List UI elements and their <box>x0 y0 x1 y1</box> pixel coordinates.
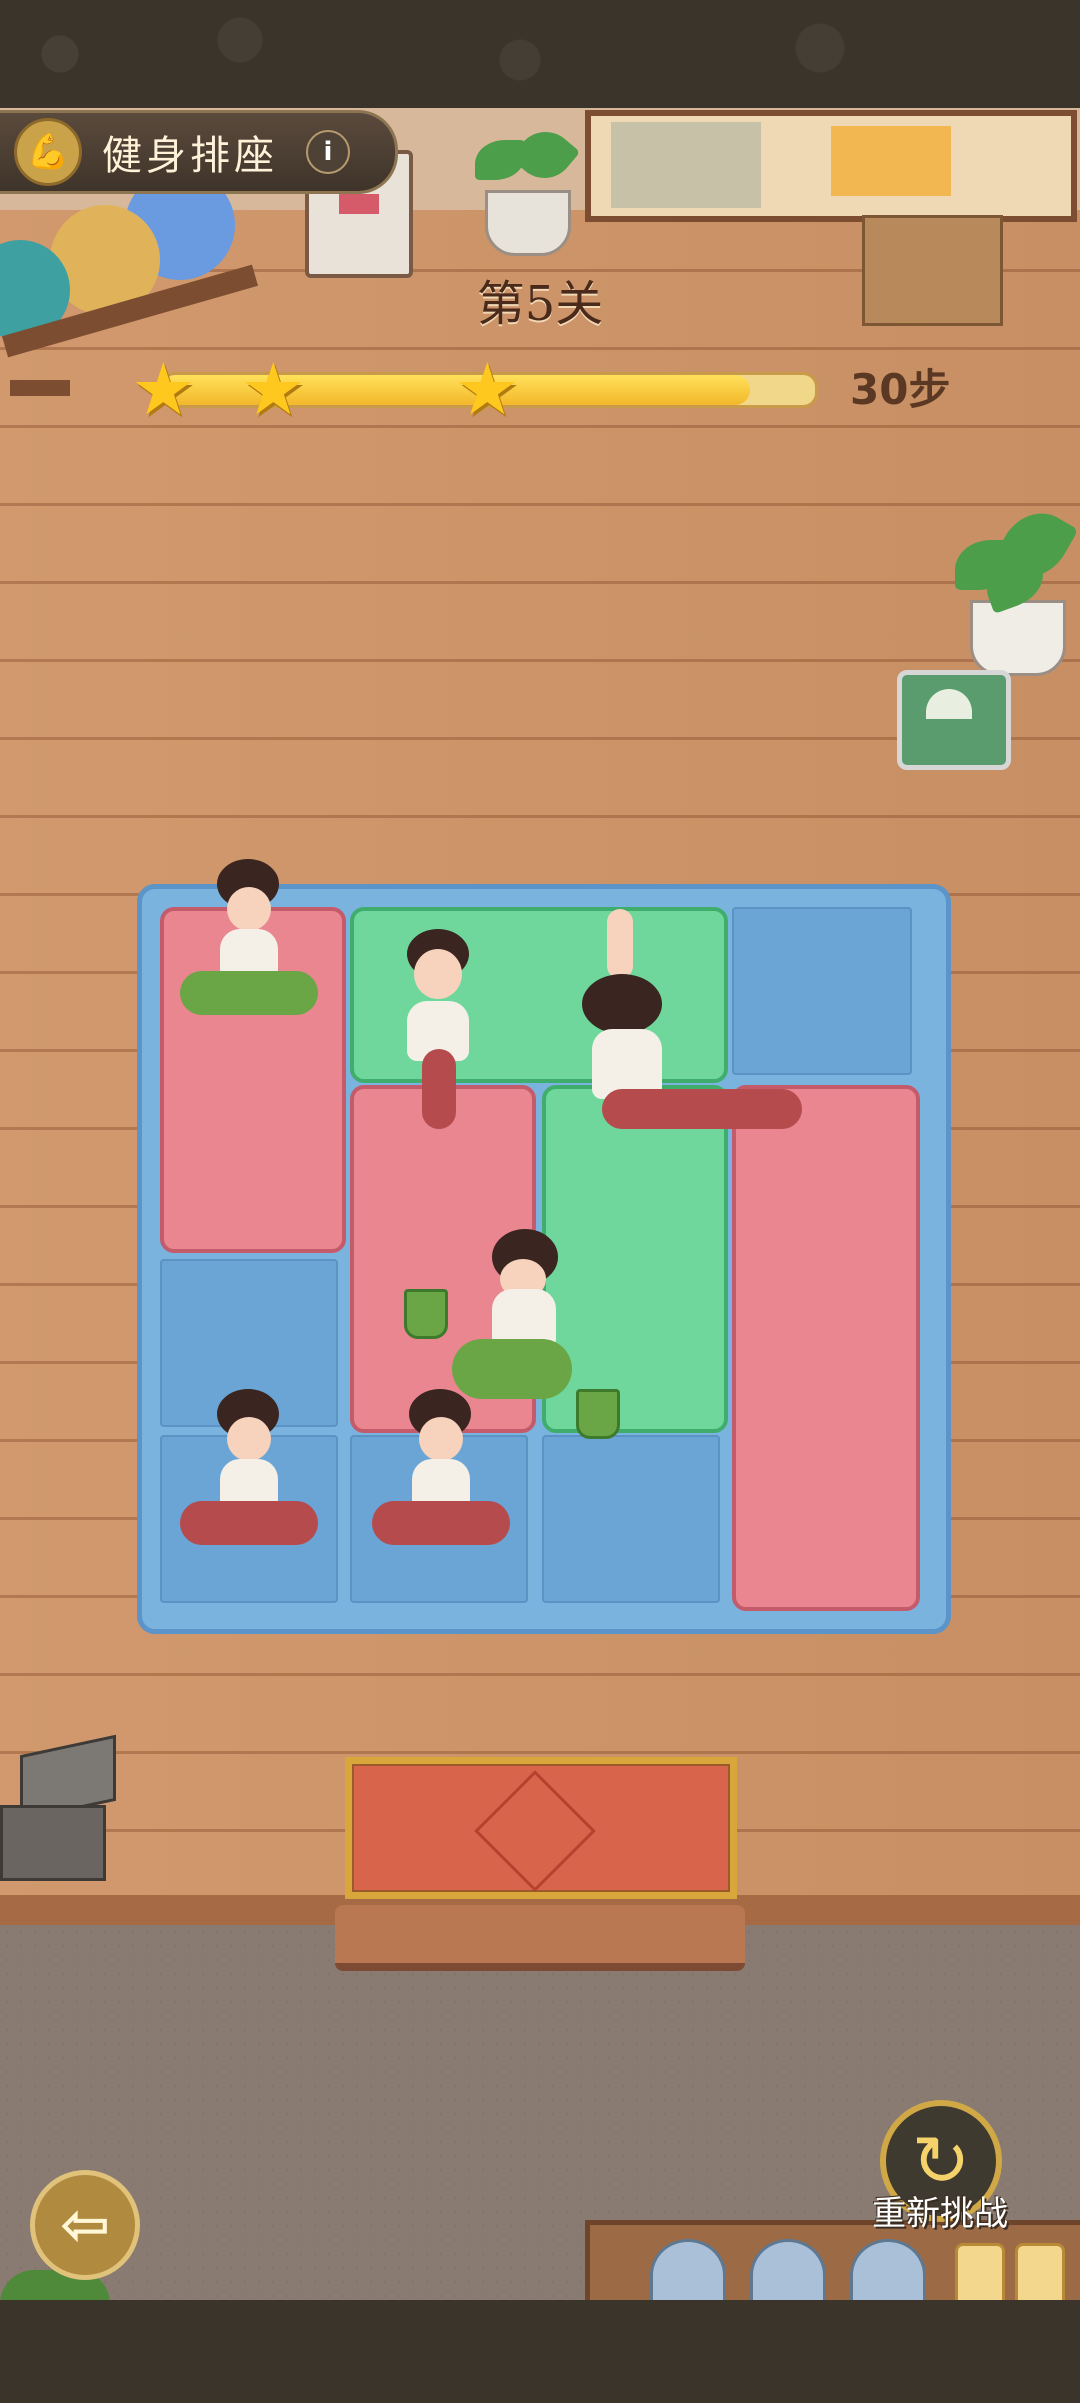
progress-bar: ★ ★ ★ <box>131 353 818 425</box>
red-rug <box>345 1757 737 1899</box>
star-icon-2: ★ <box>241 347 306 431</box>
back-arrow-icon: ⇦ <box>59 2190 111 2260</box>
star-icon-1: ★ <box>131 347 196 431</box>
gym-member-1[interactable] <box>172 859 322 1039</box>
flexed-arm-icon: 💪 <box>14 118 82 186</box>
retry-label[interactable]: 重新挑战 <box>850 2186 1030 2235</box>
board-cell-r3c2[interactable] <box>542 1435 720 1603</box>
steps-remaining: 30步 <box>850 365 951 414</box>
gym-member-6[interactable] <box>364 1389 514 1569</box>
cardboard-box <box>862 215 1003 326</box>
game-title: 健身排座 <box>102 133 278 179</box>
gym-member-2[interactable] <box>362 929 512 1129</box>
gym-member-3[interactable] <box>562 909 802 1129</box>
info-button[interactable]: i <box>306 130 350 174</box>
wall-poster <box>585 110 1077 222</box>
top-ornate-bar <box>0 0 1080 108</box>
dumbbell-stack <box>0 1725 130 1885</box>
yoga-mat-pink-3[interactable] <box>732 1085 920 1611</box>
star-icon-3: ★ <box>455 347 520 431</box>
bottom-ornate-bar <box>0 2300 1080 2403</box>
back-button[interactable]: ⇦ <box>30 2170 140 2280</box>
entrance-step <box>335 1905 745 1971</box>
seating-board <box>137 859 951 1634</box>
gym-member-4[interactable] <box>392 1229 622 1439</box>
gym-member-5[interactable] <box>172 1389 322 1569</box>
weighing-scale <box>897 670 1011 770</box>
potted-plant-top <box>465 119 585 270</box>
title-plaque: 💪 健身排座 i <box>0 110 398 194</box>
level-label: 第5关 <box>476 276 604 332</box>
potted-plant-right <box>955 499 1079 680</box>
